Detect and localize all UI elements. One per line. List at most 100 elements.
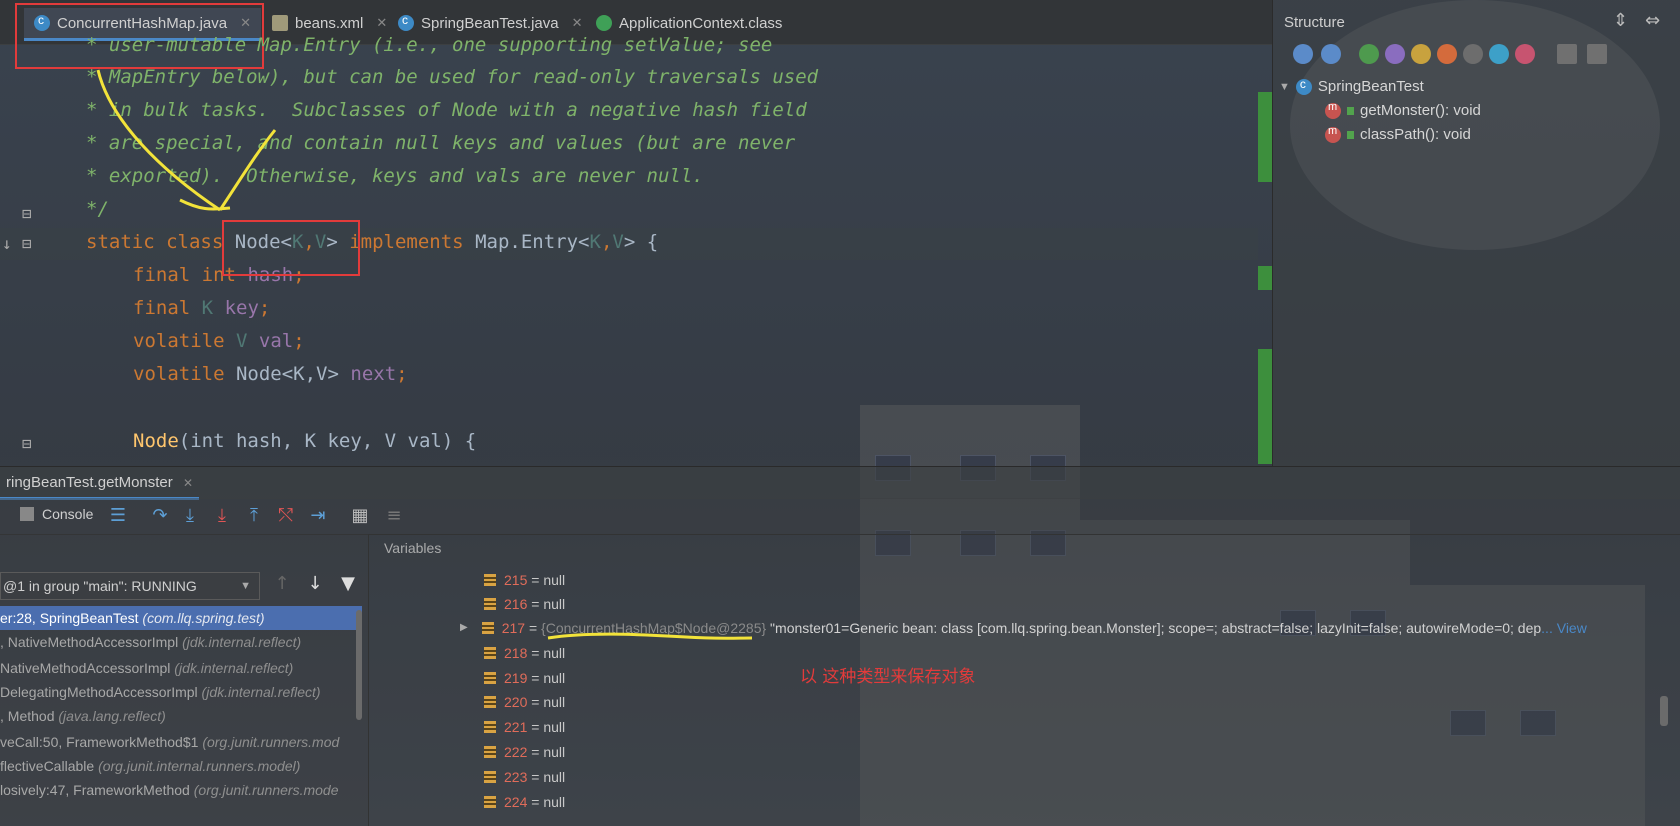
stack-frame[interactable]: , Method (java.lang.reflect) (0, 704, 362, 728)
force-step-into-icon[interactable]: ⤓ (212, 506, 232, 526)
frame-method: veCall:50, FrameworkMethod$1 (0, 734, 199, 750)
field-line: volatile Node<K,V> next; (133, 363, 408, 385)
frame-package: (org.junit.runners.mod (202, 734, 340, 750)
collapse-all-icon[interactable]: ⇔ (1645, 10, 1660, 31)
chevron-down-icon[interactable]: ▼ (1279, 81, 1290, 93)
evaluate-expression-icon[interactable]: ▦ (350, 506, 370, 526)
frame-package: (jdk.internal.reflect) (174, 660, 294, 676)
tree-item-label: classPath(): void (1360, 126, 1471, 143)
anonymous-classes-icon[interactable] (1489, 44, 1509, 64)
tree-item-label: getMonster(): void (1360, 102, 1481, 119)
debug-session-bar: ringBeanTest.getMonster ✕ (0, 466, 1680, 500)
variable-row[interactable]: 223 = null (484, 765, 565, 789)
console-label: Console (42, 506, 94, 522)
variable-row[interactable]: 220 = null (484, 690, 565, 714)
java-class-icon (398, 13, 414, 31)
variable-row[interactable]: 221 = null (484, 715, 565, 739)
field-line: final K key; (133, 297, 271, 319)
variable-row[interactable]: 218 = null (484, 641, 565, 665)
debug-session-label: ringBeanTest.getMonster (6, 474, 173, 491)
frame-package: (com.llq.spring.test) (142, 610, 265, 626)
frame-package: (org.junit.runners.mode (193, 782, 339, 798)
expand-arrow-icon[interactable]: ▶ (460, 616, 468, 640)
array-element-icon (484, 647, 496, 659)
filter-icon[interactable]: ▼ (338, 574, 358, 594)
panel-title: Structure (1284, 14, 1345, 31)
scrollbar-marker[interactable] (1258, 349, 1272, 464)
console-tab[interactable]: Console (20, 506, 93, 522)
close-icon[interactable]: ✕ (376, 15, 387, 31)
tree-item-method[interactable]: getMonster(): void (1325, 101, 1481, 119)
stack-frame[interactable]: flectiveCallable (org.junit.internal.run… (0, 754, 362, 778)
step-arrow-icon: ↓ (2, 234, 12, 253)
autoscroll-to-source-icon[interactable] (1557, 44, 1577, 64)
close-icon[interactable]: ✕ (183, 476, 193, 490)
scrollbar-thumb[interactable] (356, 610, 362, 720)
constructor-line: Node(int hash, K key, V val) { (133, 430, 477, 452)
autoscroll-from-source-icon[interactable] (1587, 44, 1607, 64)
tab-label: SpringBeanTest.java (421, 14, 559, 32)
arrow-down-icon[interactable]: ↓ (305, 574, 325, 594)
method-icon (1325, 125, 1341, 143)
thread-selector-value: @1 in group "main": RUNNING (3, 578, 197, 594)
debug-session-tab[interactable]: ringBeanTest.getMonster ✕ (0, 471, 199, 500)
sort-alpha-icon[interactable] (1321, 44, 1341, 64)
fold-icon[interactable]: ⊟ (22, 234, 32, 253)
frame-method: DelegatingMethodAccessorImpl (0, 684, 198, 700)
fold-icon[interactable]: ⊟ (22, 434, 32, 453)
step-over-icon[interactable]: ↷ (150, 506, 170, 526)
variable-row[interactable]: 219 = null (484, 666, 565, 690)
variable-row[interactable]: 216 = null (484, 592, 565, 616)
array-element-icon (484, 574, 496, 586)
frame-package: (org.junit.internal.runners.model) (98, 758, 301, 774)
scrollbar-thumb[interactable] (1660, 696, 1668, 726)
stack-frame[interactable]: veCall:50, FrameworkMethod$1 (org.junit.… (0, 730, 362, 754)
lambda-icon[interactable] (1515, 44, 1535, 64)
close-icon[interactable]: ✕ (572, 15, 583, 31)
xml-file-icon (272, 15, 288, 31)
sort-visibility-icon[interactable] (1293, 44, 1313, 64)
stack-frame[interactable]: DelegatingMethodAccessorImpl (jdk.intern… (0, 680, 362, 704)
variable-row[interactable]: 222 = null (484, 740, 565, 764)
view-link[interactable]: ... View (1541, 620, 1587, 636)
show-lambdas-icon[interactable] (1463, 44, 1483, 64)
arrow-up-icon[interactable]: ↑ (272, 574, 292, 594)
trace-stream-icon[interactable]: ≡ (384, 506, 404, 526)
drop-frame-icon[interactable]: ⤲ (276, 506, 296, 526)
array-element-icon (484, 796, 496, 808)
scrollbar-marker[interactable] (1258, 92, 1272, 182)
array-element-icon (484, 696, 496, 708)
variable-row[interactable]: 215 = null (484, 568, 565, 592)
stack-frame[interactable]: NativeMethodAccessorImpl (jdk.internal.r… (0, 656, 362, 680)
show-frames-icon[interactable]: ☰ (108, 506, 128, 526)
class-declaration-line: static class Node<K,V> implements Map.En… (86, 231, 659, 253)
field-line: volatile V val; (133, 330, 305, 352)
step-out-icon[interactable]: ⤒ (244, 506, 264, 526)
stack-frame[interactable]: losively:47, FrameworkMethod (org.junit.… (0, 778, 362, 802)
run-to-cursor-icon[interactable]: ⇥ (308, 506, 328, 526)
stack-frame[interactable]: , NativeMethodAccessorImpl (jdk.internal… (0, 630, 362, 654)
frame-method: er:28, SpringBeanTest (0, 610, 139, 626)
tab-label: ApplicationContext.class (619, 14, 783, 32)
annotation-scribble (96, 69, 277, 212)
annotation-text: 以 这种类型来保存对象 (800, 667, 976, 687)
variable-row[interactable]: 224 = null (484, 790, 565, 814)
fold-icon[interactable]: ⊟ (22, 204, 32, 223)
chevron-down-icon[interactable]: ▼ (240, 573, 251, 599)
debug-toolbar: Console ☰ ↷ ⤓ ⤓ ⤒ ⤲ ⇥ ▦ ≡ (0, 498, 1680, 535)
tree-root[interactable]: ▼ SpringBeanTest (1279, 77, 1424, 96)
array-element-icon (484, 721, 496, 733)
code-comment-line: * user-mutable Map.Entry (i.e., one supp… (86, 34, 773, 56)
thread-selector[interactable]: @1 in group "main": RUNNING ▼ (0, 572, 260, 600)
public-icon (1347, 130, 1354, 139)
scrollbar-marker[interactable] (1258, 266, 1272, 290)
tree-item-method[interactable]: classPath(): void (1325, 125, 1471, 143)
stack-frame[interactable]: er:28, SpringBeanTest (com.llq.spring.te… (0, 606, 362, 630)
expand-all-icon[interactable]: ⇕ (1613, 10, 1628, 31)
show-properties-icon[interactable] (1385, 44, 1405, 64)
step-into-icon[interactable]: ⤓ (180, 506, 200, 526)
show-nonpublic-icon[interactable] (1437, 44, 1457, 64)
console-icon (20, 507, 34, 521)
show-fields-icon[interactable] (1411, 44, 1431, 64)
show-inherited-icon[interactable] (1359, 44, 1379, 64)
